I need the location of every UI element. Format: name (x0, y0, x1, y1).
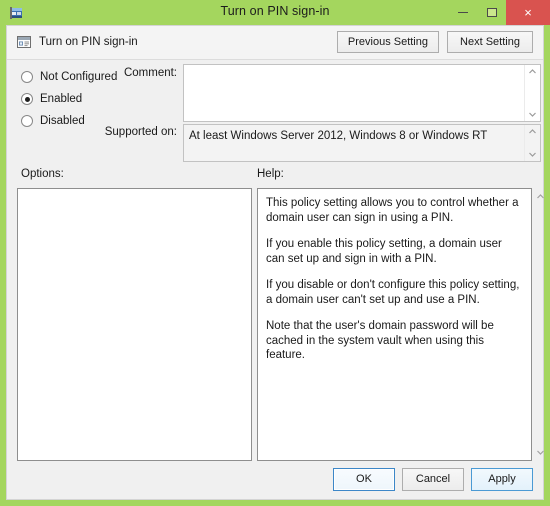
chevron-up-icon[interactable] (528, 127, 537, 136)
help-paragraph: Note that the user's domain password wil… (266, 320, 494, 361)
supported-on-textbox: At least Windows Server 2012, Windows 8 … (183, 124, 541, 162)
close-icon: × (524, 5, 532, 20)
chevron-up-icon[interactable] (536, 192, 545, 201)
help-label: Help: (257, 168, 284, 180)
apply-button[interactable]: Apply (471, 468, 533, 491)
ok-button[interactable]: OK (333, 468, 395, 491)
dialog-client-area: Turn on PIN sign-in Previous Setting Nex… (6, 25, 544, 500)
title-bar[interactable]: Turn on PIN sign-in × (0, 0, 550, 25)
minimize-icon (457, 12, 468, 13)
policy-header-band: Turn on PIN sign-in Previous Setting Nex… (7, 26, 543, 60)
supported-on-label: Supported on: (104, 126, 177, 138)
window-controls: × (448, 0, 550, 25)
help-scrollbar[interactable] (532, 189, 549, 460)
help-paragraph: If you enable this policy setting, a dom… (266, 238, 502, 265)
help-paragraph: If you disable or don't configure this p… (266, 279, 520, 306)
options-label: Options: (21, 168, 64, 180)
close-button[interactable]: × (506, 0, 550, 25)
chevron-down-icon[interactable] (536, 448, 545, 457)
policy-title-group: Turn on PIN sign-in (16, 34, 138, 50)
radio-enabled-label: Enabled (40, 93, 83, 105)
maximize-icon (486, 8, 497, 17)
options-panel-body (18, 189, 251, 460)
maximize-button[interactable] (477, 0, 506, 25)
radio-disabled-label: Disabled (40, 115, 85, 127)
chevron-down-icon[interactable] (528, 110, 537, 119)
policy-name-label: Turn on PIN sign-in (39, 36, 138, 48)
setting-navigation: Previous Setting Next Setting (336, 31, 533, 53)
chevron-up-icon[interactable] (528, 67, 537, 76)
minimize-button[interactable] (448, 0, 477, 25)
radio-disabled-indicator (21, 115, 33, 127)
help-panel: This policy setting allows you to contro… (257, 188, 544, 461)
policy-state-radio-group: Not Configured Enabled Disabled (21, 66, 117, 132)
help-paragraph: This policy setting allows you to contro… (266, 197, 519, 224)
radio-not-configured-label: Not Configured (40, 71, 118, 83)
supported-on-value: At least Windows Server 2012, Windows 8 … (189, 130, 488, 142)
comment-textbox[interactable] (183, 64, 541, 122)
panels-region: Options: Help: This policy setting allow… (7, 166, 544, 499)
options-panel[interactable] (17, 188, 252, 461)
policy-setting-icon (16, 34, 32, 50)
comment-value[interactable] (184, 65, 524, 121)
radio-enabled-indicator (21, 93, 33, 105)
supported-on-scrollbar[interactable] (524, 125, 540, 161)
previous-setting-button[interactable]: Previous Setting (336, 31, 439, 53)
dialog-footer: OK Cancel Apply (333, 468, 533, 491)
radio-not-configured-indicator (21, 71, 33, 83)
next-setting-button[interactable]: Next Setting (447, 31, 533, 53)
radio-enabled[interactable]: Enabled (21, 88, 117, 110)
help-panel-body: This policy setting allows you to contro… (258, 189, 531, 460)
group-policy-flag-icon (9, 5, 25, 21)
radio-not-configured[interactable]: Not Configured (21, 66, 117, 88)
comment-scrollbar[interactable] (524, 65, 540, 121)
settings-region: Not Configured Enabled Disabled Comment: (7, 60, 543, 166)
comment-label: Comment: (123, 67, 177, 79)
policy-setting-window: Turn on PIN sign-in × Turn on PIN sign-i… (0, 0, 550, 506)
chevron-down-icon[interactable] (528, 150, 537, 159)
cancel-button[interactable]: Cancel (402, 468, 464, 491)
